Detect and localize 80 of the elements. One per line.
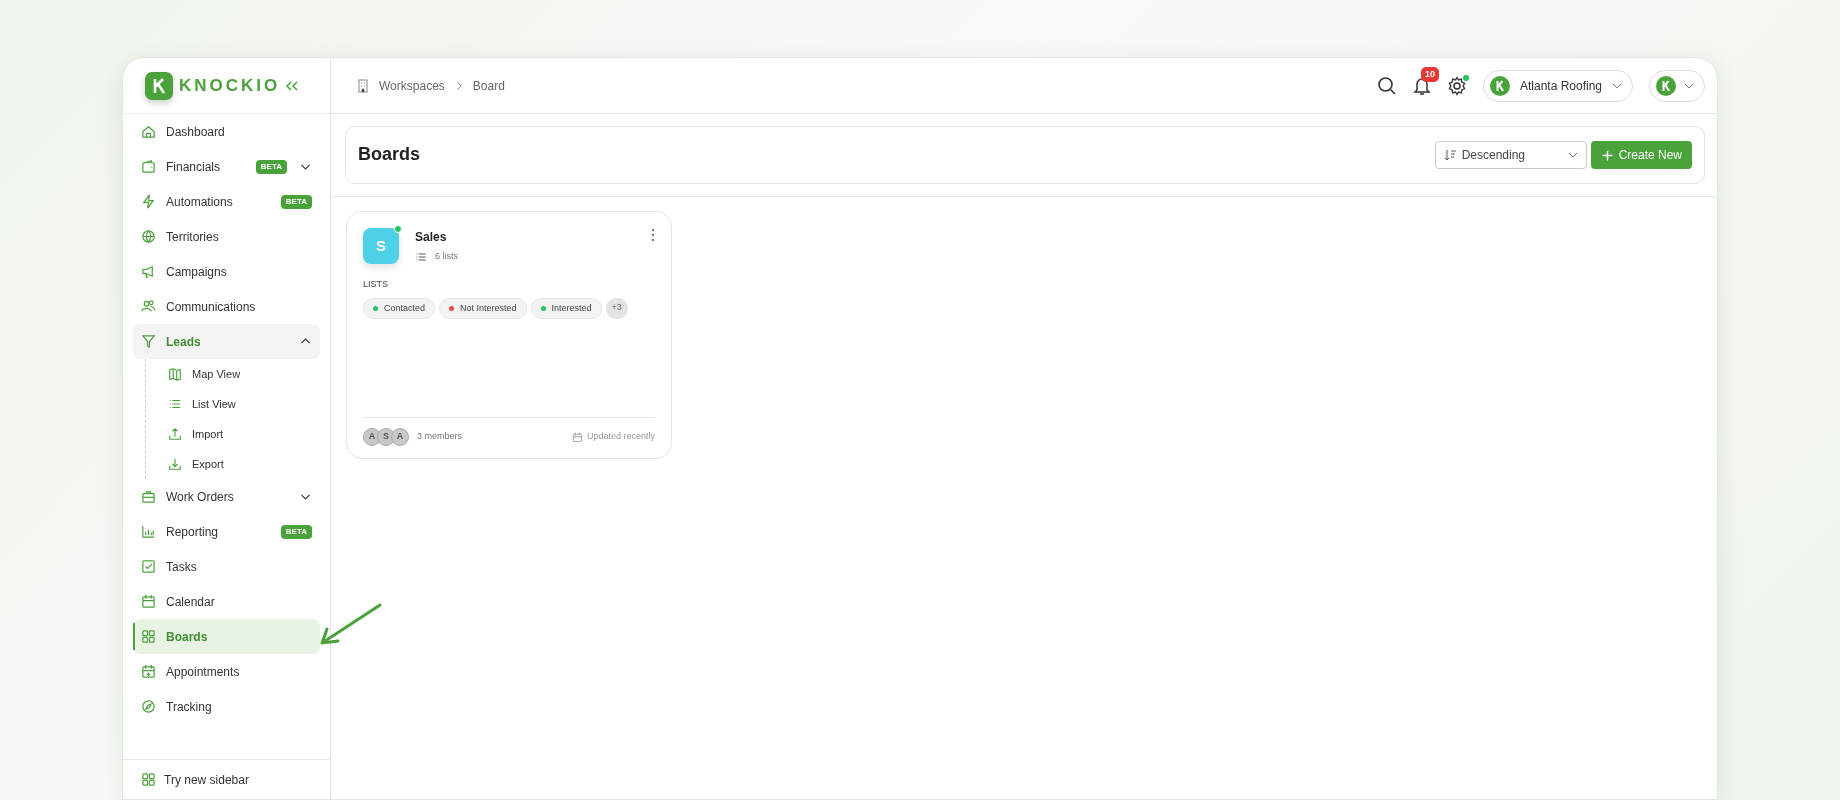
sidebar-item[interactable]: Tasks xyxy=(133,549,320,584)
chevron-down-icon xyxy=(1612,82,1622,89)
board-card[interactable]: S Sales 6 lists LISTS Contacted Not Interested Interested +3 A S A 3 members Updated recently xyxy=(346,211,672,459)
try-new-sidebar-link[interactable]: Try new sidebar xyxy=(141,770,249,789)
list-tag: Not Interested xyxy=(439,297,527,319)
beta-tag: BETA xyxy=(255,159,287,174)
status-dot xyxy=(394,225,402,233)
beta-tag: BETA xyxy=(280,194,312,209)
page-title: Boards xyxy=(358,144,420,166)
sidebar-item[interactable]: Automations BETA xyxy=(133,184,320,219)
compass-icon xyxy=(141,699,156,714)
calendar-icon xyxy=(571,431,583,443)
sidebar-item[interactable]: Boards xyxy=(133,619,320,654)
sidebar-subitem[interactable]: Import xyxy=(160,419,320,449)
company-selector[interactable]: Atlanta Roofing xyxy=(1483,69,1633,102)
company-logo-icon xyxy=(1490,75,1510,96)
sidebar-item[interactable]: Work Orders xyxy=(133,479,320,514)
sidebar-item[interactable]: Calendar xyxy=(133,584,320,619)
sidebar-subitem[interactable]: Export xyxy=(160,449,320,479)
list-icon xyxy=(168,397,182,411)
logo-icon xyxy=(145,71,173,100)
briefcase-icon xyxy=(141,489,156,504)
building-icon xyxy=(357,78,369,93)
list-tag: Contacted xyxy=(363,297,436,319)
avatar-icon xyxy=(1656,75,1676,96)
upload-icon xyxy=(168,427,182,441)
sidebar-item[interactable]: Leads xyxy=(133,324,320,359)
sidebar-subitem[interactable]: Map View xyxy=(160,359,320,389)
logo-text: KNOCKIO xyxy=(179,74,281,97)
plus-icon xyxy=(1600,148,1614,162)
wallet-icon xyxy=(141,159,156,174)
search-icon[interactable] xyxy=(1377,75,1397,96)
sidebar-item[interactable]: Dashboard xyxy=(133,114,320,149)
people-icon xyxy=(141,299,156,314)
list-tag: Interested xyxy=(530,297,602,319)
download-icon xyxy=(168,457,182,471)
board-name: Sales xyxy=(415,229,448,246)
funnel-icon xyxy=(141,334,156,349)
list-count: 6 lists xyxy=(435,250,458,263)
sort-dropdown[interactable]: Descending xyxy=(1434,141,1587,169)
sidebar-item[interactable]: Campaigns xyxy=(133,254,320,289)
breadcrumb-link[interactable]: Workspaces xyxy=(379,76,445,95)
grid-icon xyxy=(141,772,156,787)
sidebar-item[interactable]: Tracking xyxy=(133,689,320,724)
updated-text: Updated recently xyxy=(586,430,655,444)
megaphone-icon xyxy=(141,264,156,279)
calendar-plus-icon xyxy=(141,664,156,679)
calendar-icon xyxy=(141,594,156,609)
settings-icon[interactable] xyxy=(1447,75,1467,96)
grid-icon xyxy=(141,629,156,644)
account-menu[interactable] xyxy=(1649,69,1705,102)
checkbox-icon xyxy=(141,559,156,574)
house-icon xyxy=(141,124,156,139)
sidebar-item[interactable]: Appointments xyxy=(133,654,320,689)
company-name: Atlanta Roofing xyxy=(1519,77,1602,95)
chevron-down-icon xyxy=(1684,82,1694,89)
lists-heading: LISTS xyxy=(363,278,389,291)
sidebar-item[interactable]: Territories xyxy=(133,219,320,254)
member-avatar: A xyxy=(391,428,409,446)
sidebar-item[interactable]: Reporting BETA xyxy=(133,514,320,549)
lightning-icon xyxy=(141,194,156,209)
status-dot xyxy=(1463,74,1469,81)
sidebar-subitem[interactable]: List View xyxy=(160,389,320,419)
notification-count: 10 xyxy=(1421,66,1439,82)
more-count: +3 xyxy=(605,297,628,319)
collapse-icon[interactable] xyxy=(286,80,299,91)
member-avatar: A xyxy=(363,428,381,446)
annotation-arrow xyxy=(318,603,382,647)
beta-tag: BETA xyxy=(280,524,312,539)
board-avatar: S xyxy=(363,228,399,264)
chevron-down-icon xyxy=(1567,152,1578,158)
sort-icon xyxy=(1443,149,1456,161)
breadcrumb-link[interactable]: Board xyxy=(472,76,505,95)
bar-chart-icon xyxy=(141,524,156,539)
member-avatar: S xyxy=(377,428,395,446)
map-icon xyxy=(168,367,182,381)
globe-icon xyxy=(141,229,156,244)
sidebar-item[interactable]: Financials BETA xyxy=(133,149,320,184)
sidebar-item[interactable]: Communications xyxy=(133,289,320,324)
members-count: 3 members xyxy=(417,430,462,444)
